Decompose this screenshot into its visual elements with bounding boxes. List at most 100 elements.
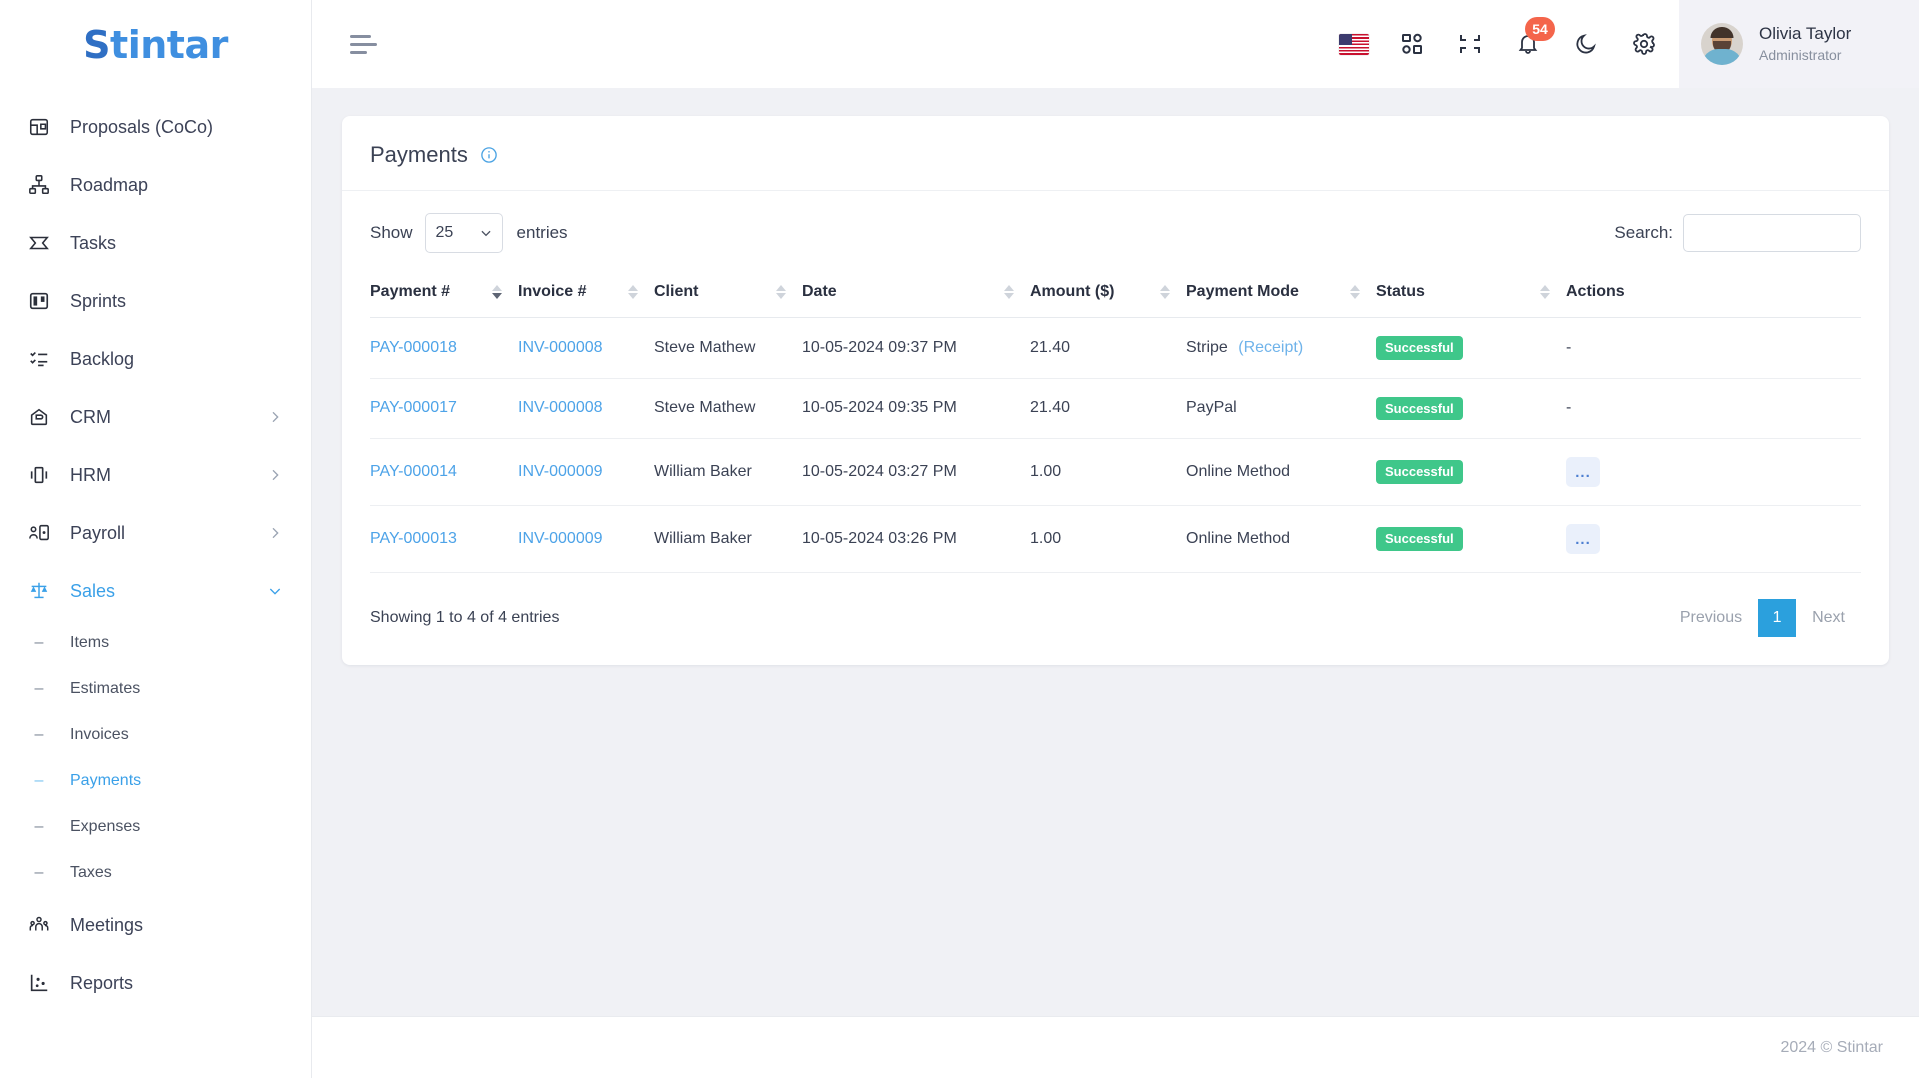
column-header-payment-no[interactable]: Payment # — [370, 271, 518, 318]
sidebar-item-payroll[interactable]: Payroll — [0, 504, 311, 562]
sidebar-item-sales[interactable]: Sales — [0, 562, 311, 620]
sidebar-item-label: Payroll — [70, 522, 126, 543]
sidebar-subitem-taxes[interactable]: – Taxes — [0, 850, 311, 896]
brand-logo-rest: tintar — [110, 23, 228, 67]
page-content: Payments Show 25 entries Search: Payment… — [312, 88, 1919, 1016]
column-header-payment-mode[interactable]: Payment Mode — [1186, 271, 1376, 318]
column-header-amount[interactable]: Amount ($) — [1030, 271, 1186, 318]
flag-canton — [1339, 33, 1352, 45]
table-row: PAY-000018 INV-000008 Steve Mathew 10-05… — [370, 317, 1861, 379]
sort-indicator — [1540, 285, 1550, 299]
show-entries-control: Show 25 entries — [370, 213, 568, 253]
sidebar-item-label: Roadmap — [70, 174, 149, 195]
brand-logo-text: Stintar — [83, 23, 228, 67]
cell-amount: 1.00 — [1030, 438, 1186, 507]
dark-mode-toggle[interactable] — [1557, 15, 1615, 73]
sidebar-item-label: CRM — [70, 406, 111, 427]
us-flag-icon — [1339, 33, 1369, 55]
sidebar-subitem-label: Invoices — [70, 726, 129, 743]
brand-logo[interactable]: Stintar — [0, 0, 311, 90]
cell-date: 10-05-2024 03:26 PM — [802, 505, 1030, 574]
invoice-link[interactable]: INV-000008 — [518, 339, 603, 356]
payments-card: Payments Show 25 entries Search: Payment… — [342, 116, 1889, 666]
sidebar-subitem-label: Taxes — [70, 864, 112, 881]
sidebar-subitem-estimates[interactable]: – Estimates — [0, 666, 311, 712]
column-header-status[interactable]: Status — [1376, 271, 1566, 318]
settings-button[interactable] — [1615, 15, 1673, 73]
column-header-client[interactable]: Client — [654, 271, 802, 318]
sidebar-item-sprints[interactable]: Sprints — [0, 272, 311, 330]
column-header-actions: Actions — [1566, 271, 1861, 318]
sort-indicator — [1004, 285, 1014, 299]
column-header-invoice-no[interactable]: Invoice # — [518, 271, 654, 318]
column-label: Invoice # — [518, 283, 587, 300]
sidebar-nav: Proposals (CoCo) Roadmap Tasks Sprints B… — [0, 90, 311, 1012]
sidebar-subitem-items[interactable]: – Items — [0, 620, 311, 666]
payment-mode-text: PayPal — [1186, 399, 1237, 417]
sidebar-item-label: Tasks — [70, 232, 117, 253]
dash-icon: – — [34, 634, 44, 651]
sidebar-item-label: Reports — [70, 972, 134, 993]
invoice-link[interactable]: INV-000009 — [518, 530, 603, 547]
showing-entries-text: Showing 1 to 4 of 4 entries — [370, 609, 560, 627]
sidebar-subitem-expenses[interactable]: – Expenses — [0, 804, 311, 850]
sidebar-item-reports[interactable]: Reports — [0, 954, 311, 1012]
info-icon[interactable] — [480, 146, 498, 164]
column-label: Amount ($) — [1030, 283, 1115, 300]
column-label: Client — [654, 283, 699, 300]
sidebar-item-roadmap[interactable]: Roadmap — [0, 156, 311, 214]
compress-button[interactable] — [1441, 15, 1499, 73]
cell-actions: - — [1566, 378, 1861, 440]
sidebar-subitem-payments[interactable]: – Payments — [0, 758, 311, 804]
hamburger-line — [350, 34, 371, 38]
sidebar-subitem-label: Payments — [70, 772, 142, 789]
search-control: Search: — [1614, 214, 1861, 252]
payment-link[interactable]: PAY-000017 — [370, 399, 457, 416]
entries-per-page-select[interactable]: 25 — [424, 213, 503, 253]
notifications-button[interactable]: 54 — [1499, 15, 1557, 73]
search-input[interactable] — [1683, 214, 1861, 252]
invoice-link[interactable]: INV-000009 — [518, 463, 603, 480]
chevron-down-icon — [267, 583, 283, 599]
sidebar-item-crm[interactable]: CRM — [0, 388, 311, 446]
pagination-previous[interactable]: Previous — [1664, 599, 1758, 637]
sidebar-item-label: Sales — [70, 580, 116, 601]
user-profile-text: Olivia Taylor Administrator — [1759, 23, 1851, 65]
dash-icon: – — [34, 772, 44, 789]
sidebar-item-tasks[interactable]: Tasks — [0, 214, 311, 272]
status-badge: Successful — [1376, 336, 1463, 360]
invoice-link[interactable]: INV-000008 — [518, 399, 603, 416]
table-footer: Showing 1 to 4 of 4 entries Previous 1 N… — [370, 573, 1861, 647]
payment-link[interactable]: PAY-000018 — [370, 339, 457, 356]
payment-link[interactable]: PAY-000013 — [370, 530, 457, 547]
app-root: Stintar Proposals (CoCo) Roadmap Tasks S… — [0, 0, 1919, 1078]
payment-link[interactable]: PAY-000014 — [370, 463, 457, 480]
language-selector[interactable] — [1325, 15, 1383, 73]
hamburger-line — [350, 42, 377, 46]
sidebar-subitem-label: Items — [70, 634, 110, 651]
sidebar-item-proposals[interactable]: Proposals (CoCo) — [0, 98, 311, 156]
row-actions-button[interactable]: ... — [1566, 524, 1600, 555]
sales-icon — [26, 578, 52, 604]
hamburger-icon[interactable] — [350, 32, 380, 56]
apps-grid-button[interactable] — [1383, 15, 1441, 73]
column-header-date[interactable]: Date — [802, 271, 1030, 318]
pagination: Previous 1 Next — [1664, 599, 1861, 638]
sidebar-subitem-invoices[interactable]: – Invoices — [0, 712, 311, 758]
payroll-icon — [26, 520, 52, 546]
sidebar-item-hrm[interactable]: HRM — [0, 446, 311, 504]
top-bar: 54 Olivia Taylor Administrator — [312, 0, 1919, 88]
table-body: PAY-000018 INV-000008 Steve Mathew 10-05… — [370, 317, 1861, 574]
proposal-icon — [26, 114, 52, 140]
cell-client: Steve Mathew — [654, 378, 802, 440]
chevron-right-icon — [267, 525, 283, 541]
sidebar-item-label: Proposals (CoCo) — [70, 116, 214, 137]
pagination-page-1[interactable]: 1 — [1758, 599, 1797, 638]
payment-mode-text: Online Method — [1186, 530, 1291, 548]
sidebar-item-backlog[interactable]: Backlog — [0, 330, 311, 388]
receipt-link[interactable]: (Receipt) — [1238, 339, 1303, 356]
row-actions-button[interactable]: ... — [1566, 457, 1600, 488]
pagination-next[interactable]: Next — [1796, 599, 1861, 637]
user-profile-menu[interactable]: Olivia Taylor Administrator — [1679, 0, 1919, 88]
sidebar-item-meetings[interactable]: Meetings — [0, 896, 311, 954]
